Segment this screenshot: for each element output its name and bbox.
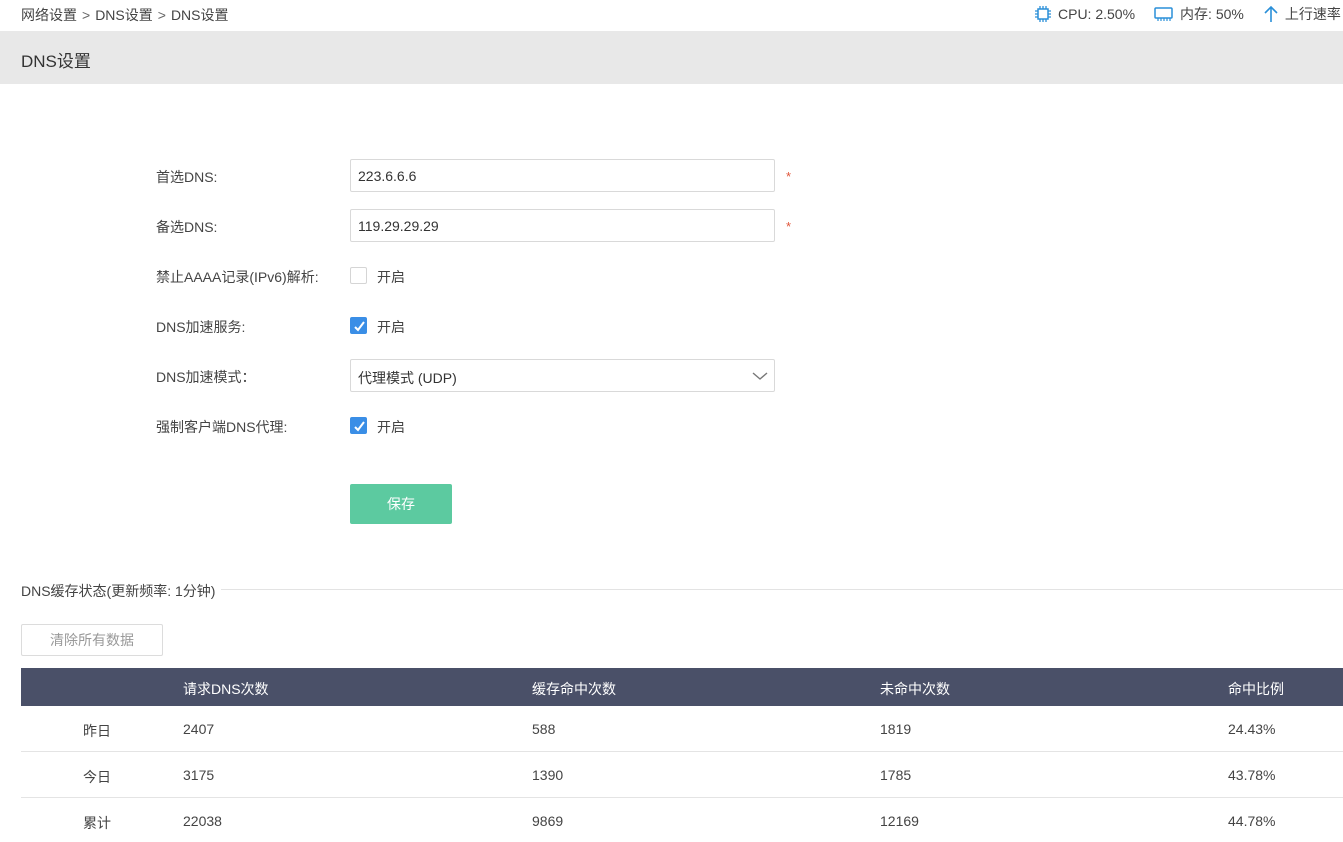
cpu-chip-icon [1035,6,1051,22]
memory-icon [1154,7,1173,21]
cell-requests: 22038 [183,813,222,829]
cell-cache-hits: 588 [532,721,556,737]
chevron-down-icon [752,372,768,380]
top-bar: 网络设置 > DNS设置 > DNS设置 CPU: 2.50% 内存: 50% 上行速率 [0,0,1343,30]
force-proxy-row: 强制客户端DNS代理: 开启 [0,409,900,443]
acceleration-mode-label: DNS加速模式： [156,369,256,385]
page-title: DNS设置 [21,52,91,71]
cell-hit-ratio: 43.78% [1228,767,1276,783]
cell-cache-hits: 1390 [532,767,564,783]
secondary-dns-row: 备选DNS: * [0,209,900,243]
force-proxy-checkbox[interactable] [350,417,367,434]
cell-period: 昨日 [83,723,111,739]
block-aaaa-label: 禁止AAAA记录(IPv6)解析: [156,269,319,285]
save-button[interactable]: 保存 [350,484,452,524]
secondary-dns-label: 备选DNS: [156,219,218,235]
cpu-stat: CPU: 2.50% [1033,4,1135,24]
acceleration-mode-select[interactable]: 代理模式 (UDP) [350,359,775,392]
required-mark: * [786,169,792,184]
arrow-up-icon [1264,5,1278,22]
breadcrumb: 网络设置 > DNS设置 > DNS设置 [21,5,229,25]
cell-hit-ratio: 24.43% [1228,721,1276,737]
cell-period: 今日 [83,769,111,785]
dns-acceleration-option-label[interactable]: 开启 [377,317,405,337]
cell-requests: 2407 [183,721,215,737]
breadcrumb-item-current: DNS设置 [170,7,229,23]
cache-stats-table: 请求DNS次数 缓存命中次数 未命中次数 命中比例 昨日 2407 588 18… [21,668,1343,842]
block-aaaa-checkbox[interactable] [350,267,367,284]
force-proxy-option-label[interactable]: 开启 [377,417,405,437]
check-icon [354,421,365,432]
memory-usage: 内存: 50% [1180,6,1244,22]
dns-acceleration-row: DNS加速服务: 开启 [0,309,900,343]
cell-misses: 1819 [880,721,912,737]
table-row: 累计 22038 9869 12169 44.78% [21,798,1343,842]
secondary-dns-input[interactable] [350,209,775,242]
breadcrumb-item-dns[interactable]: DNS设置 [95,7,153,23]
memory-stat: 内存: 50% [1153,4,1244,24]
breadcrumb-separator: > [157,7,166,23]
breadcrumb-separator: > [82,7,91,23]
clear-all-data-button[interactable]: 清除所有数据 [21,624,163,656]
cpu-usage: CPU: 2.50% [1058,6,1136,22]
column-header-requests: 请求DNS次数 [183,681,269,697]
page-header: DNS设置 [0,31,1343,84]
cell-period: 累计 [83,815,111,831]
acceleration-mode-value: 代理模式 (UDP) [358,370,457,386]
primary-dns-label: 首选DNS: [156,169,218,185]
table-row: 今日 3175 1390 1785 43.78% [21,752,1343,798]
acceleration-mode-row: DNS加速模式： 代理模式 (UDP) [0,359,900,393]
table-header: 请求DNS次数 缓存命中次数 未命中次数 命中比例 [21,668,1343,706]
breadcrumb-item-network[interactable]: 网络设置 [21,7,77,23]
primary-dns-row: 首选DNS: * [0,159,900,193]
required-mark: * [786,219,792,234]
cell-hit-ratio: 44.78% [1228,813,1276,829]
cell-misses: 1785 [880,767,912,783]
dns-acceleration-checkbox[interactable] [350,317,367,334]
force-proxy-label: 强制客户端DNS代理: [156,419,288,435]
cell-cache-hits: 9869 [532,813,564,829]
dns-acceleration-label: DNS加速服务: [156,319,246,335]
block-aaaa-option-label[interactable]: 开启 [377,267,405,287]
block-aaaa-row: 禁止AAAA记录(IPv6)解析: 开启 [0,259,900,293]
table-row: 昨日 2407 588 1819 24.43% [21,706,1343,752]
cache-section-title: DNS缓存状态(更新频率: 1分钟) [21,581,222,601]
cell-requests: 3175 [183,767,215,783]
primary-dns-input[interactable] [350,159,775,192]
column-header-hit-ratio: 命中比例 [1228,681,1284,697]
check-icon [354,321,365,332]
system-stats: CPU: 2.50% 内存: 50% 上行速率 [1033,4,1343,24]
upload-rate-label: 上行速率 [1284,6,1341,22]
column-header-cache-hits: 缓存命中次数 [532,681,616,697]
cell-misses: 12169 [880,813,919,829]
upload-stat: 上行速率 [1262,4,1341,24]
column-header-misses: 未命中次数 [880,681,950,697]
